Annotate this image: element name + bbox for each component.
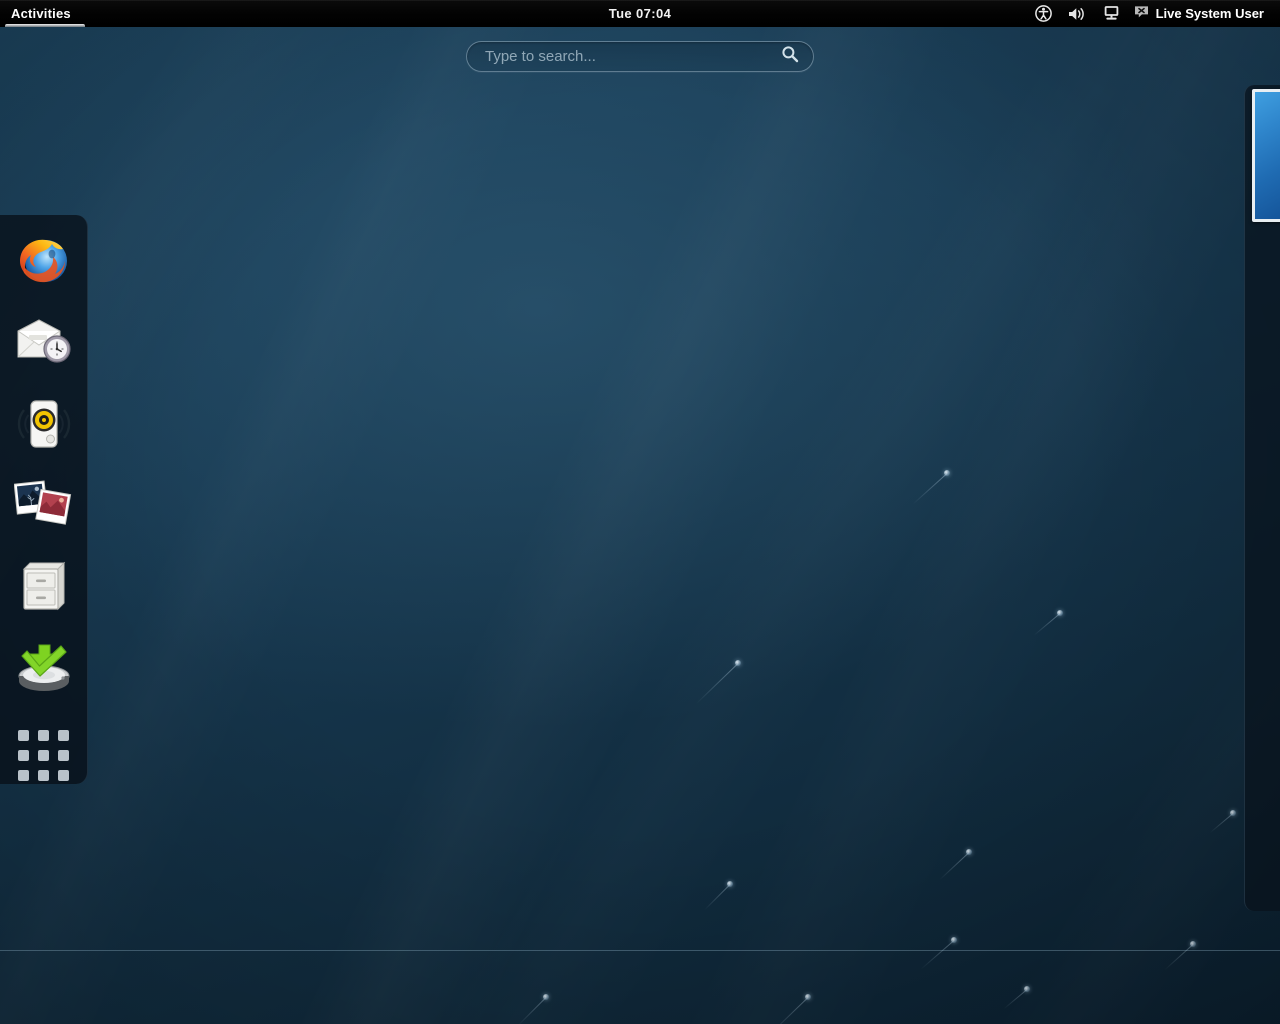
evolution-mail-icon: [15, 317, 73, 369]
workspace-thumbnail-preview: [1255, 92, 1280, 219]
workspace-thumbnail-1[interactable]: [1252, 89, 1280, 222]
user-name-label: Live System User: [1156, 6, 1264, 21]
app-grid-dot: [18, 770, 29, 781]
accessibility-button[interactable]: [1027, 0, 1060, 27]
app-grid-icon: [18, 730, 69, 781]
show-applications-button[interactable]: [12, 727, 76, 783]
app-grid-dot: [58, 730, 69, 741]
network-icon: [1103, 5, 1120, 22]
app-grid-dot: [38, 730, 49, 741]
search-placeholder: Type to search...: [485, 48, 781, 65]
app-grid-dot: [38, 770, 49, 781]
volume-icon: [1068, 6, 1087, 22]
desktop-screen: Activities Tue 07:04: [0, 0, 1280, 1024]
dash-item-evolution[interactable]: [12, 310, 76, 376]
app-grid-dot: [58, 750, 69, 761]
files-cabinet-icon: [18, 559, 70, 613]
rhythmbox-speaker-icon: [17, 396, 71, 452]
app-grid-dot: [58, 770, 69, 781]
search-container: Type to search...: [466, 41, 814, 72]
network-button[interactable]: [1095, 0, 1128, 27]
clock-label: Tue 07:04: [609, 6, 672, 21]
dash-item-rhythmbox[interactable]: [12, 391, 76, 457]
dash-item-shotwell[interactable]: [12, 472, 76, 538]
install-to-harddrive-icon: [15, 642, 73, 692]
message-tray-divider: [0, 950, 1280, 951]
app-grid-dot: [38, 750, 49, 761]
activities-active-indicator: [5, 24, 85, 27]
accessibility-icon: [1035, 5, 1052, 22]
dash-item-files[interactable]: [12, 553, 76, 619]
app-grid-dot: [18, 730, 29, 741]
chat-offline-icon: [1134, 5, 1149, 22]
shotwell-photos-icon: [14, 478, 74, 532]
status-area: Live System User: [1027, 0, 1272, 27]
wallpaper-vignette: [0, 0, 1280, 1024]
dash: [0, 215, 88, 784]
user-menu-button[interactable]: Live System User: [1128, 0, 1272, 27]
workspace-switcher: [1244, 85, 1280, 911]
activities-button[interactable]: Activities: [0, 0, 85, 27]
app-grid-dot: [18, 750, 29, 761]
dash-item-install[interactable]: [12, 634, 76, 700]
search-input[interactable]: Type to search...: [466, 41, 814, 72]
dash-item-firefox[interactable]: [12, 229, 76, 295]
search-icon[interactable]: [781, 45, 799, 68]
volume-button[interactable]: [1060, 0, 1095, 27]
firefox-icon: [15, 233, 73, 291]
activities-label: Activities: [11, 6, 71, 21]
top-bar: Activities Tue 07:04: [0, 0, 1280, 27]
